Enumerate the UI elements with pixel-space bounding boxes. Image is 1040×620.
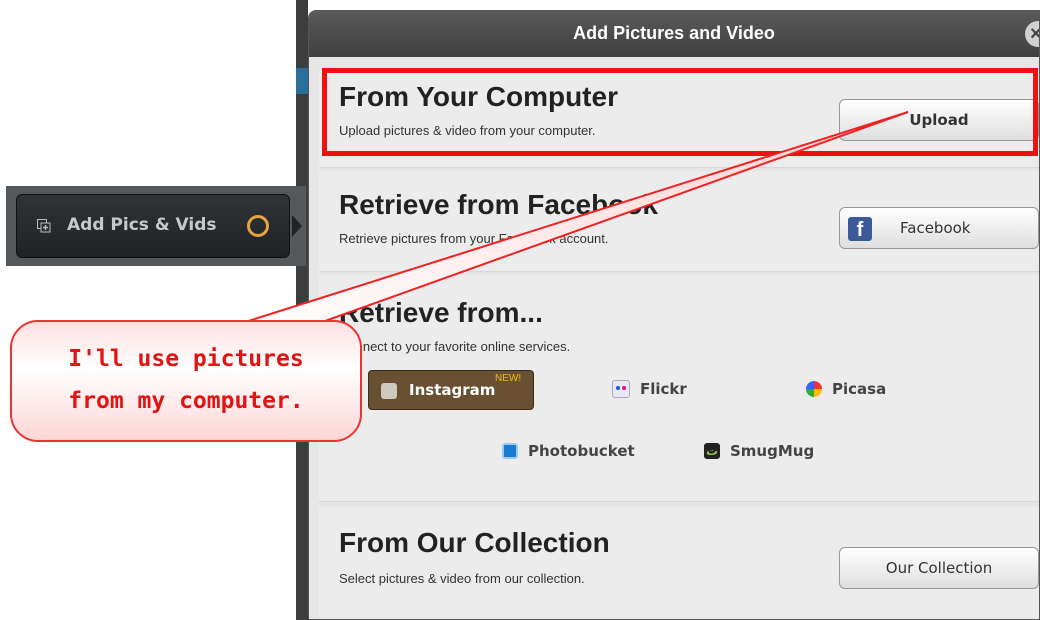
ring-icon (247, 215, 269, 237)
callout-line-1: I'll use pictures (68, 346, 304, 372)
add-pics-vids-label: Add Pics & Vids (67, 215, 217, 235)
add-pics-vids-button[interactable]: Add Pics & Vids (16, 194, 290, 258)
smugmug-label: SmugMug (730, 442, 815, 460)
picasa-icon (806, 381, 822, 397)
new-badge: NEW! (495, 373, 522, 384)
sidebar-pointer (292, 215, 302, 237)
section-facebook-desc: Retrieve pictures from your Facebook acc… (339, 231, 609, 246)
section-services-title: Retrieve from... (339, 297, 543, 328)
callout-bubble: I'll use pictures from my computer. (10, 320, 362, 442)
modal-header: Add Pictures and Video × (309, 11, 1039, 57)
section-collection-desc: Select pictures & video from our collect… (339, 571, 585, 586)
backdrop-accent (296, 68, 308, 94)
facebook-button[interactable]: f Facebook (839, 207, 1039, 249)
photobucket-label: Photobucket (528, 442, 635, 460)
flickr-button[interactable]: Flickr (612, 380, 687, 398)
photobucket-button[interactable]: Photobucket (502, 442, 635, 460)
facebook-f-icon: f (848, 217, 872, 241)
highlight-box (322, 68, 1038, 156)
section-services-desc: Connect to your favorite online services… (339, 339, 571, 354)
section-facebook: Retrieve from Facebook Retrieve pictures… (319, 171, 1039, 272)
camera-icon (381, 383, 397, 399)
flickr-dots-icon (612, 380, 630, 398)
callout-line-2: from my computer. (68, 388, 304, 414)
our-collection-button[interactable]: Our Collection (839, 547, 1039, 589)
modal-title: Add Pictures and Video (573, 23, 775, 43)
picasa-label: Picasa (832, 380, 887, 398)
add-media-icon (37, 219, 51, 233)
photobucket-icon (502, 443, 518, 459)
instagram-label: Instagram (409, 381, 496, 399)
instagram-button[interactable]: Instagram NEW! (368, 370, 534, 410)
facebook-button-label: Facebook (900, 219, 971, 237)
smugmug-button[interactable]: ت SmugMug (704, 442, 814, 460)
flickr-label: Flickr (640, 380, 687, 398)
section-collection: From Our Collection Select pictures & vi… (319, 507, 1039, 619)
section-facebook-title: Retrieve from Facebook (339, 189, 658, 220)
section-collection-title: From Our Collection (339, 527, 610, 558)
picasa-button[interactable]: Picasa (806, 380, 886, 398)
smugmug-icon: ت (704, 443, 720, 459)
